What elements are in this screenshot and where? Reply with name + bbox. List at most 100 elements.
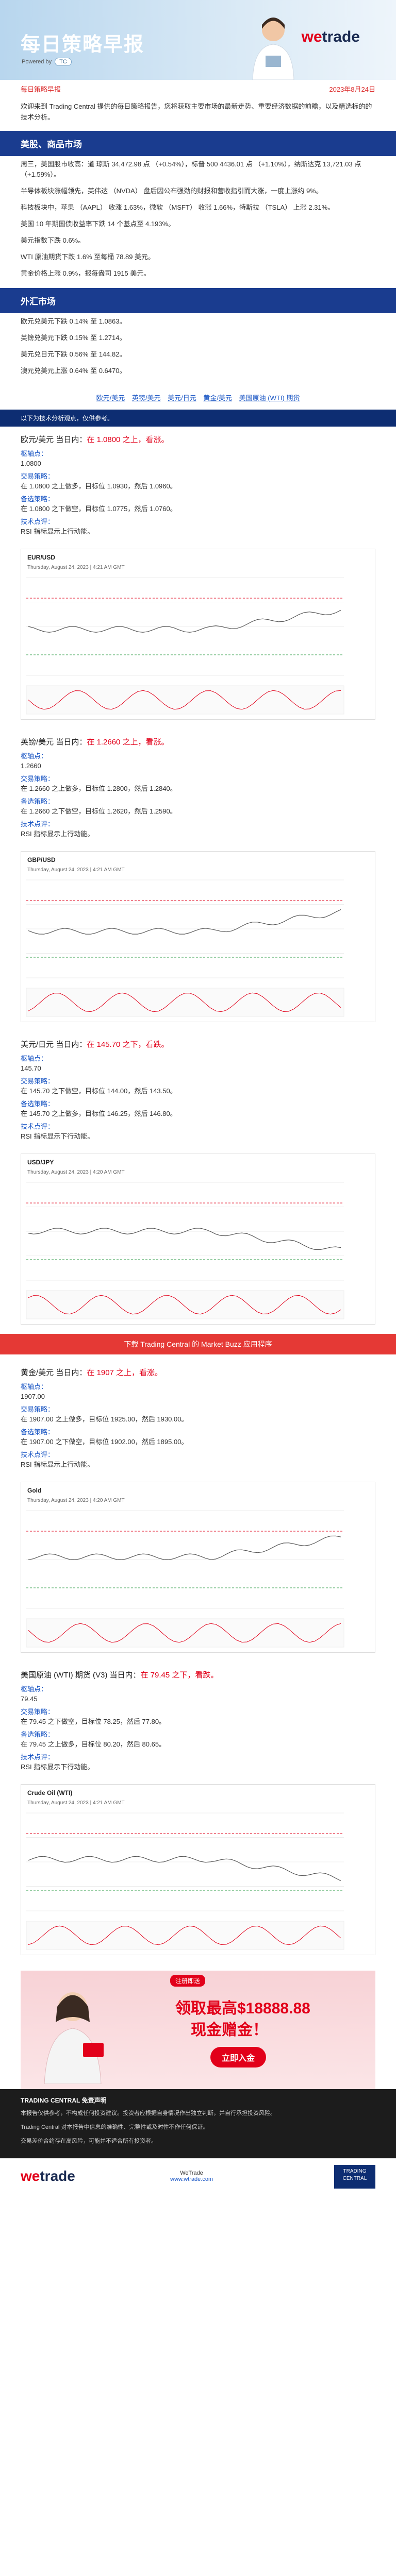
alt-strategy-text: 在 1907.00 之下做空，目标位 1902.00，然后 1895.00。 xyxy=(21,1438,188,1446)
markets-paragraph: 黄金价格上涨 0.9%，报每盎司 1915 美元。 xyxy=(21,269,151,277)
analysis-notice: 以下为技术分析观点，仅供参考。 xyxy=(0,410,396,427)
footer-contact: WeTrade www.wtrade.com xyxy=(170,2170,213,2182)
comment-label: 技术点评： xyxy=(21,1451,55,1459)
rsi-panel xyxy=(26,1618,344,1648)
page: 每日策略早报 Powered by TC wetrade 每日策略早报 2023年… xyxy=(0,0,396,2195)
strategy-text: 在 1.0800 之上做多，目标位 1.0930，然后 1.0960。 xyxy=(21,482,177,490)
nav-link-wti[interactable]: 美国原油 (WTI) 期货 xyxy=(239,394,300,402)
section-title-forex: 外汇市场 xyxy=(0,288,396,313)
alt-strategy-text: 在 79.45 之上做多，目标位 80.20，然后 80.65。 xyxy=(21,1740,166,1748)
pivot-value: 1.0800 xyxy=(21,460,41,467)
wetrade-logo: wetrade xyxy=(301,28,360,45)
price-line xyxy=(28,1856,341,1882)
strategy-label: 交易策略： xyxy=(21,472,55,480)
pivot-label: 枢轴点： xyxy=(21,1685,48,1693)
disclaimer-paragraph: 本报告仅供参考，不构成任何投资建议。投资者应根据自身情况作出独立判断，并自行承担… xyxy=(21,2110,276,2116)
page-title: 每日策略早报 xyxy=(21,34,145,56)
item-title: 欧元/美元 当日内：在 1.0800 之上，看涨。 xyxy=(21,435,169,444)
footer-name: WeTrade xyxy=(180,2170,203,2176)
comment-label: 技术点评： xyxy=(21,1753,55,1761)
item-pivot-text: 在 1907 之上，看涨。 xyxy=(87,1368,163,1377)
intro-text: 欢迎来到 Trading Central 提供的每日策略报告，您将获取主要市场的… xyxy=(21,103,372,121)
forex-paragraphs: 欧元兑美元下跌 0.14% 至 1.0863。 英镑兑美元下跌 0.15% 至 … xyxy=(0,313,396,385)
header-banner: 每日策略早报 Powered by TC wetrade xyxy=(0,0,396,80)
analysis-item: 美国原油 (WTI) 期货 (V3) 当日内：在 79.45 之下，看跌。 枢轴点… xyxy=(0,1662,396,1778)
markets-paragraph: 美元指数下跌 0.6%。 xyxy=(21,236,85,244)
promo-tag: 注册即送 xyxy=(170,1975,206,1987)
price-line xyxy=(28,1535,341,1561)
forex-paragraph: 英镑兑美元下跌 0.15% 至 1.2714。 xyxy=(21,334,126,342)
price-chart: GBP/USD Thursday, August 24, 2023 | 4:21 … xyxy=(21,851,375,1022)
alt-strategy-text: 在 1.2660 之下做空，目标位 1.2620，然后 1.2590。 xyxy=(21,807,177,815)
promo-banner: 注册即送 领取最高$18888.88 现金赠金！ 立即入金 xyxy=(21,1971,375,2089)
footer-logo[interactable]: wetrade xyxy=(21,2168,75,2184)
strategy-label: 交易策略： xyxy=(21,1708,55,1716)
chart-caption: EUR/USD xyxy=(27,554,55,561)
price-line xyxy=(28,909,341,935)
chart-caption: Gold xyxy=(27,1487,41,1494)
rsi-panel xyxy=(26,1290,344,1319)
markets-paragraph: 美国 10 年期国债收益率下跌 14 个基点至 4.193%。 xyxy=(21,220,175,228)
chart-caption: GBP/USD xyxy=(27,856,56,863)
comment-label: 技术点评： xyxy=(21,1123,55,1130)
comment-text: RSI 指标显示下行动能。 xyxy=(21,1132,94,1140)
chart-caption: USD/JPY xyxy=(27,1159,54,1166)
alt-strategy-label: 备选策略： xyxy=(21,1100,55,1108)
trading-central-logo: TRADING CENTRAL xyxy=(334,2165,375,2189)
nav-link-gbpusd[interactable]: 英镑/美元 xyxy=(132,394,161,402)
item-title: 美元/日元 当日内：在 145.70 之下，看跌。 xyxy=(21,1040,169,1049)
pivot-value: 1907.00 xyxy=(21,1393,45,1400)
nav-link-gold[interactable]: 黄金/美元 xyxy=(203,394,232,402)
tc-badge: TC xyxy=(55,58,72,66)
nav-link-eurusd[interactable]: 欧元/美元 xyxy=(96,394,125,402)
chart-subtitle: Thursday, August 24, 2023 | 4:20 AM GMT xyxy=(27,1498,125,1503)
strategy-text: 在 79.45 之下做空，目标位 78.25，然后 77.80。 xyxy=(21,1718,166,1725)
nav-link-usdjpy[interactable]: 美元/日元 xyxy=(168,394,196,402)
strategy-label: 交易策略： xyxy=(21,1405,55,1413)
item-title: 黄金/美元 当日内：在 1907 之上，看涨。 xyxy=(21,1368,163,1377)
person-illustration xyxy=(252,18,294,80)
chart-subtitle: Thursday, August 24, 2023 | 4:20 AM GMT xyxy=(27,1170,125,1175)
footer-url[interactable]: www.wtrade.com xyxy=(170,2176,213,2182)
section-title-markets: 美股、商品市场 xyxy=(0,131,396,156)
comment-text: RSI 指标显示上行动能。 xyxy=(21,830,94,838)
comment-label: 技术点评： xyxy=(21,820,55,828)
pivot-label: 枢轴点： xyxy=(21,450,48,457)
footer: wetrade WeTrade www.wtrade.com TRADING C… xyxy=(0,2158,396,2195)
promo-headline: 领取最高$18888.88 xyxy=(175,2000,310,2017)
alt-strategy-label: 备选策略： xyxy=(21,1731,55,1738)
chart-svg: Gold Thursday, August 24, 2023 | 4:20 AM … xyxy=(26,1487,344,1648)
strategy-text: 在 1907.00 之上做多，目标位 1925.00，然后 1930.00。 xyxy=(21,1415,188,1423)
analysis-item: 黄金/美元 当日内：在 1907 之上，看涨。 枢轴点： 1907.00 交易策略： 在… xyxy=(0,1360,396,1476)
chart-svg: USD/JPY Thursday, August 24, 2023 | 4:20 … xyxy=(26,1159,344,1319)
price-chart: EUR/USD Thursday, August 24, 2023 | 4:21 … xyxy=(21,549,375,720)
promo-subheadline: 现金赠金！ xyxy=(191,2022,268,2039)
alt-strategy-label: 备选策略： xyxy=(21,1428,55,1436)
markets-paragraph: 半导体板块涨幅领先，英伟达 （NVDA） 盘后因公布强劲的财报和营收指引而大涨，… xyxy=(21,187,323,195)
strategy-text: 在 145.70 之下做空，目标位 144.00，然后 143.50。 xyxy=(21,1087,177,1095)
strategy-text: 在 1.2660 之上做多，目标位 1.2800，然后 1.2840。 xyxy=(21,785,177,792)
deposit-button[interactable]: 立即入金 xyxy=(210,2047,267,2067)
item-pivot-text: 在 145.70 之下，看跌。 xyxy=(87,1040,169,1049)
woman-illustration xyxy=(44,1992,104,2084)
chart-subtitle: Thursday, August 24, 2023 | 4:21 AM GMT xyxy=(27,867,125,873)
alt-strategy-text: 在 1.0800 之下做空，目标位 1.0775，然后 1.0760。 xyxy=(21,505,177,513)
report-name: 每日策略早报 xyxy=(21,86,61,93)
comment-text: RSI 指标显示上行动能。 xyxy=(21,528,94,535)
rsi-panel xyxy=(26,988,344,1017)
rsi-panel xyxy=(26,685,344,715)
price-chart: USD/JPY Thursday, August 24, 2023 | 4:20 … xyxy=(21,1154,375,1325)
app-download-banner[interactable]: 下载 Trading Central 的 Market Buzz 应用程序 xyxy=(0,1334,396,1354)
price-chart: Gold Thursday, August 24, 2023 | 4:20 AM … xyxy=(21,1482,375,1653)
disclaimer-paragraph: 交易差价合约存在高风险，可能并不适合所有投资者。 xyxy=(21,2138,157,2144)
markets-paragraph: WTI 原油期货下跌 1.6% 至每桶 78.89 美元。 xyxy=(21,253,155,261)
chart-svg: EUR/USD Thursday, August 24, 2023 | 4:21 … xyxy=(26,554,344,715)
forex-paragraph: 澳元兑美元上涨 0.64% 至 0.6470。 xyxy=(21,367,126,375)
analysis-item: 英镑/美元 当日内：在 1.2660 之上，看涨。 枢轴点： 1.2660 交易策略：… xyxy=(0,729,396,845)
alt-strategy-label: 备选策略： xyxy=(21,798,55,805)
chart-subtitle: Thursday, August 24, 2023 | 4:21 AM GMT xyxy=(27,565,125,570)
report-date: 2023年8月24日 xyxy=(329,86,375,93)
comment-text: RSI 指标显示上行动能。 xyxy=(21,1461,94,1468)
markets-paragraph: 科技板块中，苹果 （AAPL） 收涨 1.63%，微软 （MSFT） 收涨 1.… xyxy=(21,204,335,211)
chart-caption: Crude Oil (WTI) xyxy=(27,1789,72,1797)
